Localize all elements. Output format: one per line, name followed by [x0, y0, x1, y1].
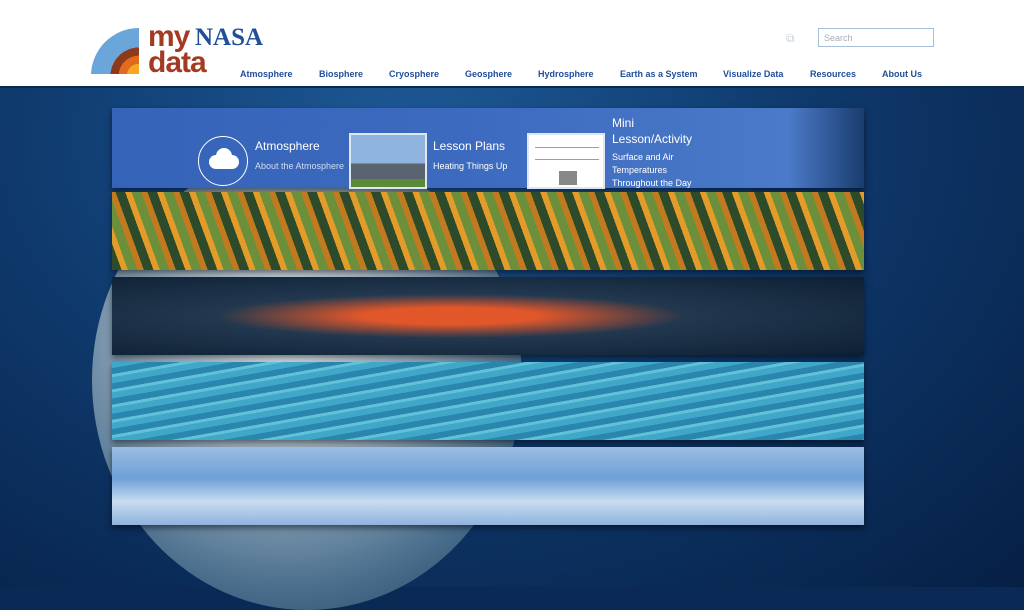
- band-river-delta: [112, 277, 864, 355]
- search-input[interactable]: [818, 28, 934, 47]
- nav-biosphere[interactable]: Biosphere: [319, 69, 363, 79]
- band-ocean: [112, 362, 864, 440]
- band-ice: [112, 447, 864, 525]
- cloud-icon[interactable]: [198, 136, 248, 186]
- nav-visualize-data[interactable]: Visualize Data: [723, 69, 783, 79]
- nav-hydrosphere[interactable]: Hydrosphere: [538, 69, 594, 79]
- card-atmosphere[interactable]: Atmosphere About the Atmosphere: [255, 138, 345, 173]
- nav-geosphere[interactable]: Geosphere: [465, 69, 512, 79]
- card-mini-lesson[interactable]: Mini Lesson/Activity Surface and Air Tem…: [612, 115, 702, 190]
- card-subtitle[interactable]: Heating Things Up: [433, 160, 513, 173]
- logo-text-data: data: [148, 46, 207, 79]
- mini-lesson-chart-thumbnail[interactable]: [527, 133, 605, 189]
- band-forest: [112, 192, 864, 270]
- nav-atmosphere[interactable]: Atmosphere: [240, 69, 293, 79]
- share-icon[interactable]: ⧉: [786, 31, 800, 45]
- nav-resources[interactable]: Resources: [810, 69, 856, 79]
- nav-earth-as-a-system[interactable]: Earth as a System: [620, 69, 698, 79]
- logo-earth-icon: [91, 28, 139, 74]
- nav-about-us[interactable]: About Us: [882, 69, 922, 79]
- card-title: Lesson Plans: [433, 139, 506, 153]
- lesson-plan-thumbnail[interactable]: [349, 133, 427, 189]
- site-header: my NASA data ⧉ Atmosphere Biosphere Cryo…: [0, 0, 1024, 88]
- nav-cryosphere[interactable]: Cryosphere: [389, 69, 439, 79]
- card-subtitle[interactable]: Surface and Air Temperatures Throughout …: [612, 151, 702, 190]
- card-subtitle: About the Atmosphere: [255, 161, 345, 171]
- card-title: Atmosphere: [255, 139, 320, 153]
- card-title: Mini Lesson/Activity: [612, 116, 693, 146]
- card-lesson-plans[interactable]: Lesson Plans Heating Things Up: [433, 138, 513, 173]
